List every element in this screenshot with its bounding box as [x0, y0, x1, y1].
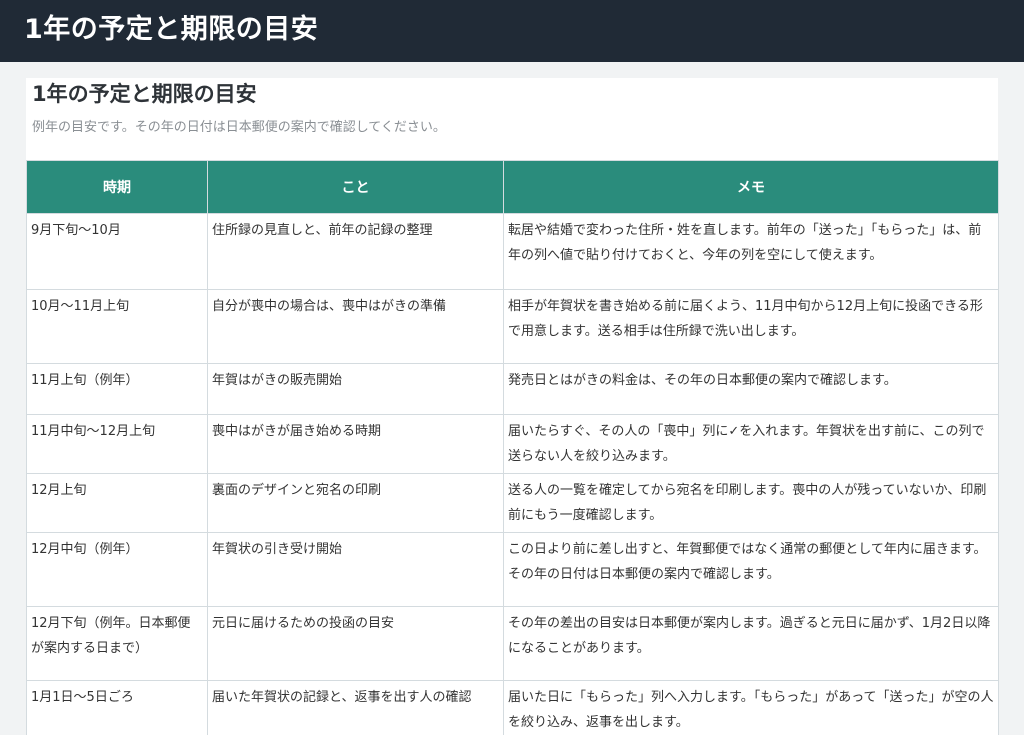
cell-period: 12月上旬	[26, 473, 208, 533]
cell-memo: 発売日とはがきの料金は、その年の日本郵便の案内で確認します。	[503, 363, 999, 415]
table-row: 12月中旬（例年） 年賀状の引き受け開始 この日より前に差し出すと、年賀郵便では…	[26, 532, 999, 607]
table-row: 1月1日〜5日ごろ 届いた年賀状の記録と、返事を出す人の確認 届いた日に「もらっ…	[26, 680, 999, 735]
cell-period: 12月下旬（例年。日本郵便が案内する日まで）	[26, 606, 208, 681]
cell-period: 1月1日〜5日ごろ	[26, 680, 208, 735]
page-title: 1年の予定と期限の目安	[32, 82, 257, 106]
cell-period: 11月中旬〜12月上旬	[26, 414, 208, 474]
cell-task: 年賀状の引き受け開始	[207, 532, 504, 607]
cell-task: 住所録の見直しと、前年の記録の整理	[207, 213, 504, 290]
table-row: 11月中旬〜12月上旬 喪中はがきが届き始める時期 届いたらすぐ、その人の「喪中…	[26, 414, 999, 474]
table-row: 12月上旬 裏面のデザインと宛名の印刷 送る人の一覧を確定してから宛名を印刷しま…	[26, 473, 999, 533]
cell-task: 届いた年賀状の記録と、返事を出す人の確認	[207, 680, 504, 735]
schedule-table: 時期 こと メモ 9月下旬〜10月 住所録の見直しと、前年の記録の整理 転居や結…	[26, 160, 999, 735]
table-row: 11月上旬（例年） 年賀はがきの販売開始 発売日とはがきの料金は、その年の日本郵…	[26, 363, 999, 415]
cell-task: 裏面のデザインと宛名の印刷	[207, 473, 504, 533]
cell-memo: 転居や結婚で変わった住所・姓を直します。前年の「送った」「もらった」は、前年の列…	[503, 213, 999, 290]
cell-memo: その年の差出の目安は日本郵便が案内します。過ぎると元日に届かず、1月2日以降にな…	[503, 606, 999, 681]
cell-task: 自分が喪中の場合は、喪中はがきの準備	[207, 289, 504, 364]
cell-memo: 送る人の一覧を確定してから宛名を印刷します。喪中の人が残っていないか、印刷前にも…	[503, 473, 999, 533]
cell-memo: 届いた日に「もらった」列へ入力します。「もらった」があって「送った」が空の人を絞…	[503, 680, 999, 735]
cell-period: 9月下旬〜10月	[26, 213, 208, 290]
table-row: 12月下旬（例年。日本郵便が案内する日まで） 元日に届けるための投函の目安 その…	[26, 606, 999, 681]
column-header-period: 時期	[26, 160, 208, 214]
cell-memo: 相手が年賀状を書き始める前に届くよう、11月中旬から12月上旬に投函できる形で用…	[503, 289, 999, 364]
table-row: 9月下旬〜10月 住所録の見直しと、前年の記録の整理 転居や結婚で変わった住所・…	[26, 213, 999, 290]
cell-task: 年賀はがきの販売開始	[207, 363, 504, 415]
column-header-memo: メモ	[503, 160, 999, 214]
cell-memo: 届いたらすぐ、その人の「喪中」列に✓を入れます。年賀状を出す前に、この列で送らな…	[503, 414, 999, 474]
column-header-task: こと	[207, 160, 504, 214]
table-header-row: 時期 こと メモ	[26, 160, 999, 214]
cell-period: 12月中旬（例年）	[26, 532, 208, 607]
cell-task: 喪中はがきが届き始める時期	[207, 414, 504, 474]
app-header-title: 1年の予定と期限の目安	[0, 0, 1024, 62]
page-subtitle: 例年の目安です。その年の日付は日本郵便の案内で確認してください。	[32, 120, 446, 135]
cell-period: 11月上旬（例年）	[26, 363, 208, 415]
cell-period: 10月〜11月上旬	[26, 289, 208, 364]
cell-memo: この日より前に差し出すと、年賀郵便ではなく通常の郵便として年内に届きます。その年…	[503, 532, 999, 607]
cell-task: 元日に届けるための投函の目安	[207, 606, 504, 681]
table-row: 10月〜11月上旬 自分が喪中の場合は、喪中はがきの準備 相手が年賀状を書き始め…	[26, 289, 999, 364]
